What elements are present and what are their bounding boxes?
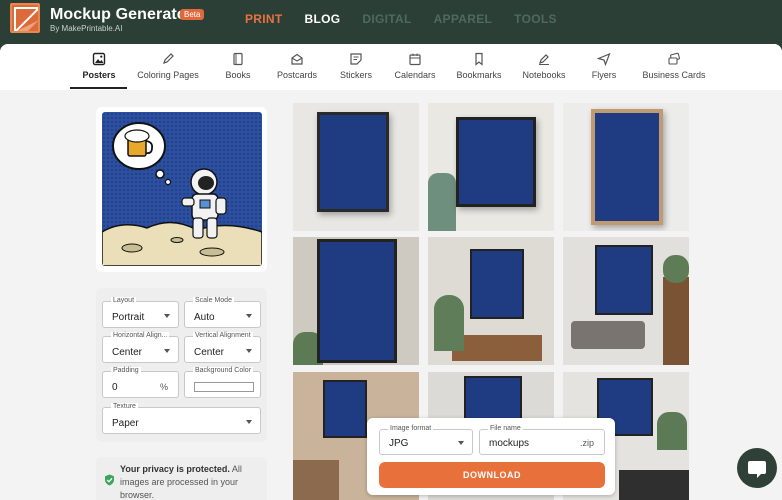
plant-decor [428,173,456,231]
tab-coloring-pages[interactable]: Coloring Pages [134,52,202,80]
tab-stickers[interactable]: Stickers [337,52,375,80]
layout-select[interactable]: Layout Portrait [102,297,179,328]
chevron-down-icon [246,314,252,318]
horizontal-align-select[interactable]: Horizontal Align... Center [102,332,179,363]
notebook-pen-icon [539,54,549,65]
astronaut-beer-artwork [102,112,262,266]
bookmark-icon [475,52,483,66]
nav-digital[interactable]: DIGITAL [362,12,411,26]
poster-frame [595,245,653,315]
export-panel: Image format JPG File name mockups .zip … [367,418,615,495]
design-preview-card[interactable] [96,107,267,272]
sticker-icon [350,53,362,65]
poster-frame [456,117,536,207]
poster-frame [470,249,524,319]
tab-label: Coloring Pages [137,70,199,80]
app-header: Mockup Generator Beta By MakePrintable.A… [0,0,782,44]
tab-label: Posters [82,70,116,80]
mockup-thumbnail[interactable] [428,103,554,231]
chevron-down-icon [164,349,170,353]
chat-bubble-icon [748,461,766,478]
tab-notebooks[interactable]: Notebooks [519,52,569,80]
tab-label: Bookmarks [456,70,502,80]
sideboard [452,335,542,361]
tab-label: Flyers [591,70,617,80]
nav-blog[interactable]: BLOG [305,12,341,26]
background-color-picker[interactable]: Background Color [184,367,261,398]
poster-frame [591,109,663,225]
mockup-thumbnail[interactable] [293,103,419,231]
mockup-thumbnail[interactable] [428,237,554,365]
book-icon [233,52,243,66]
plant-decor [657,412,687,450]
console-decor [619,470,689,500]
mockup-thumbnail[interactable] [563,237,689,365]
poster-frame [323,380,367,438]
chair-decor [293,460,339,500]
poster-frame [317,112,389,212]
main-content: Posters Coloring Pages Books Postcards S… [0,44,782,500]
tab-posters[interactable]: Posters [76,52,122,80]
beta-badge: Beta [180,9,205,20]
nav-tools[interactable]: TOOLS [514,12,557,26]
tab-bookmarks[interactable]: Bookmarks [453,52,505,80]
privacy-notice: Your privacy is protected. All images ar… [96,457,267,500]
tab-label: Postcards [276,70,318,80]
send-icon [597,52,611,66]
tab-label: Calendars [394,70,436,80]
download-button[interactable]: DOWNLOAD [379,462,605,488]
poster-frame [317,239,397,363]
tab-label: Stickers [339,70,372,80]
nav-print[interactable]: PRINT [245,12,283,26]
tab-label: Business Cards [642,70,706,80]
chevron-down-icon [458,441,464,445]
texture-select[interactable]: Texture Paper [102,403,261,434]
bed-decor [571,321,645,349]
logo-mark-icon [12,5,38,31]
tab-label: Notebooks [522,70,566,80]
tab-calendars[interactable]: Calendars [392,52,438,80]
privacy-text: Your privacy is protected. All images ar… [120,464,242,500]
app-title: Mockup Generator [50,6,193,23]
shelf-decor [663,277,689,365]
file-name-input[interactable]: File name mockups .zip [479,425,605,455]
mail-icon [291,53,303,65]
nav-apparel[interactable]: APPAREL [434,12,493,26]
chevron-down-icon [164,314,170,318]
plant-decor [434,295,464,351]
app-logo[interactable] [10,3,40,33]
color-swatch [194,382,254,392]
scale-mode-select[interactable]: Scale Mode Auto [184,297,261,328]
calendar-icon [409,53,421,66]
chevron-down-icon [246,349,252,353]
plant-decor [663,255,689,283]
tab-flyers[interactable]: Flyers [588,52,620,80]
cards-icon [668,52,680,65]
padding-input[interactable]: Padding 0 % [102,367,179,398]
shield-check-icon [105,474,114,486]
pencil-icon [163,53,174,64]
vertical-align-select[interactable]: Vertical Alignment Center [184,332,261,363]
app-subtitle: By MakePrintable.AI [50,24,123,33]
tab-postcards[interactable]: Postcards [274,52,320,80]
chevron-down-icon [246,420,252,424]
chat-button[interactable] [737,448,777,488]
tab-label: Books [225,70,251,80]
image-format-select[interactable]: Image format JPG [379,425,473,455]
mockup-thumbnail[interactable] [563,103,689,231]
top-nav: PRINT BLOG DIGITAL APPAREL TOOLS [245,12,579,26]
tab-business-cards[interactable]: Business Cards [640,52,708,80]
design-preview-image [102,112,262,266]
tab-books[interactable]: Books [222,52,254,80]
product-tabs: Posters Coloring Pages Books Postcards S… [0,44,782,90]
active-tab-indicator [70,87,127,89]
image-icon [92,52,106,66]
mockup-thumbnail[interactable] [293,237,419,365]
layout-settings-panel: Layout Portrait Scale Mode Auto Horizont… [96,288,267,442]
